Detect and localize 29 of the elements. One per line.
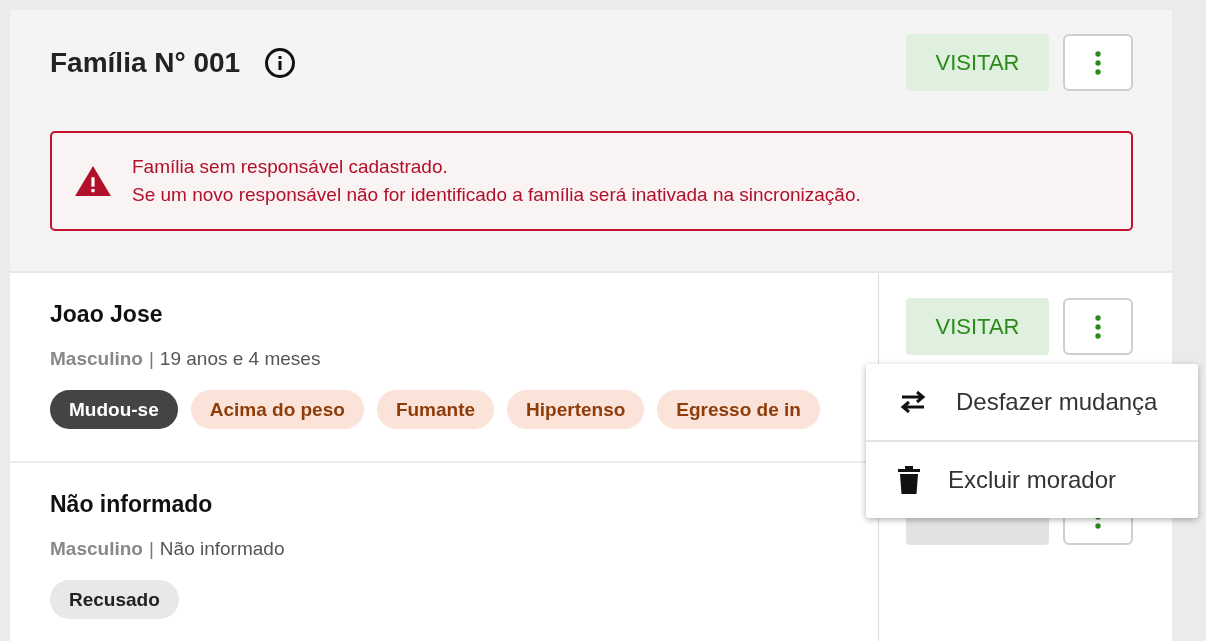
more-options-button[interactable] — [1063, 298, 1133, 355]
warning-icon — [74, 165, 112, 197]
more-options-icon — [1095, 314, 1101, 339]
alert-message: Família sem responsável cadastrado. — [132, 155, 449, 179]
more-options-button[interactable] — [1063, 34, 1133, 91]
alert-message: Se um novo responsável não for identificado a família será inativada na sincronização. — [132, 183, 861, 207]
status-tag: Fumante — [376, 390, 495, 429]
resident-age: Não informado — [159, 538, 285, 560]
status-tag: Acima do peso — [190, 390, 364, 429]
menu-item[interactable]: Excluir morador — [866, 440, 1198, 518]
resident-age: 19 anos e 4 meses — [159, 348, 321, 370]
status-tag: Recusado — [50, 580, 179, 619]
separator: | — [148, 348, 154, 370]
visit-button[interactable]: VISITAR — [906, 298, 1049, 355]
resident-sex: Masculino — [50, 538, 143, 560]
menu-item[interactable]: Desfazer mudança — [866, 364, 1198, 440]
visit-button[interactable]: VISITAR — [906, 34, 1049, 91]
resident-sex: Masculino — [50, 348, 143, 370]
info-icon[interactable] — [264, 46, 297, 79]
status-tag: Egresso de in — [657, 390, 820, 429]
resident-name: Joao Jose — [50, 301, 164, 328]
status-tag: Hipertenso — [507, 390, 645, 429]
swap-arrows-icon — [898, 391, 928, 413]
more-options-icon — [1095, 50, 1101, 75]
separator: | — [148, 538, 154, 560]
family-title: Família N° 001 — [50, 46, 241, 79]
trash-icon — [898, 466, 920, 494]
resident-name: Não informado — [50, 491, 214, 518]
status-tag: Mudou-se — [50, 390, 178, 429]
